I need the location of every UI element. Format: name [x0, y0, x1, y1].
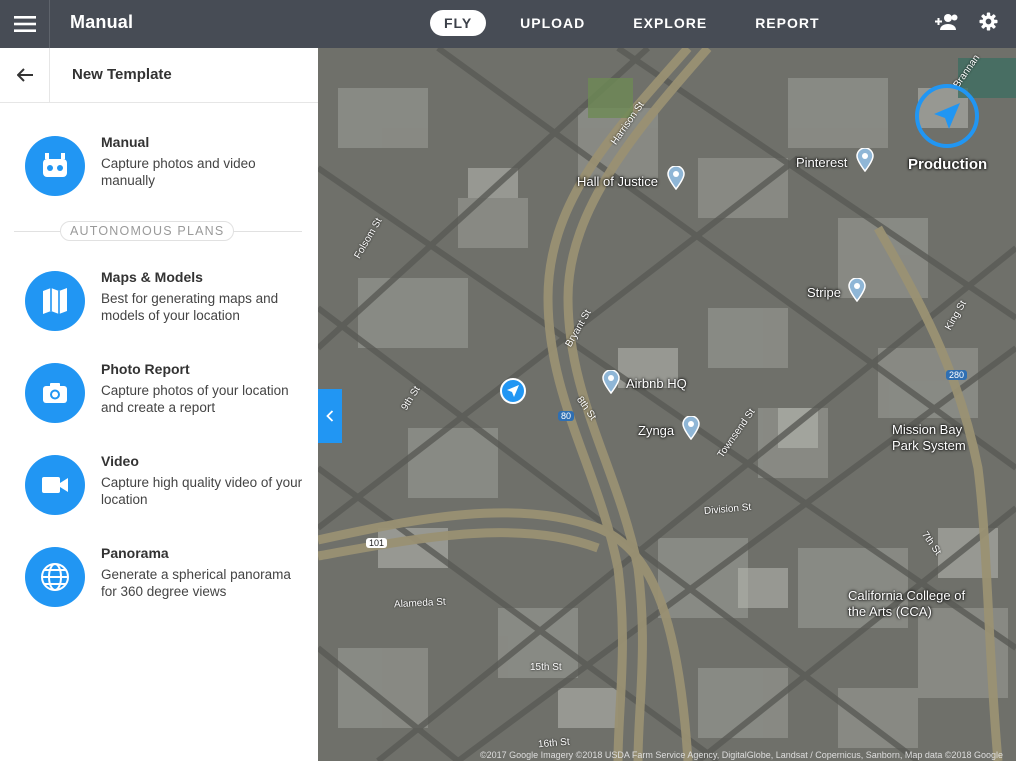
- option-photo-report[interactable]: Photo Report Capture photos of your loca…: [0, 361, 318, 431]
- menu-icon: [13, 16, 36, 32]
- map-pin-icon[interactable]: [602, 370, 620, 394]
- map-icon: [25, 271, 85, 331]
- highway-shield: 80: [558, 411, 575, 421]
- camera-icon: [25, 363, 85, 423]
- map-pin-icon[interactable]: [848, 278, 866, 302]
- highway-shield: 280: [946, 370, 968, 380]
- option-title: Photo Report: [101, 361, 190, 377]
- back-button[interactable]: [0, 48, 50, 102]
- place-label: Stripe: [807, 285, 841, 300]
- gear-icon: [979, 12, 998, 31]
- sidebar-header: New Template: [0, 48, 318, 103]
- option-description: Capture photos of your location and crea…: [101, 383, 289, 415]
- place-label: California College of the Arts (CCA): [848, 588, 966, 619]
- navigation-arrow-icon: [507, 385, 519, 397]
- map-pin-icon[interactable]: [682, 416, 700, 440]
- option-description: Best for generating maps and models of y…: [101, 291, 279, 323]
- menu-button[interactable]: [0, 0, 50, 48]
- place-label: Hall of Justice: [577, 174, 658, 189]
- tab-upload[interactable]: UPLOAD: [506, 10, 599, 36]
- option-manual[interactable]: Manual Capture photos and video manually: [0, 134, 318, 204]
- option-description: Generate a spherical panorama for 360 de…: [101, 567, 291, 599]
- sidebar-title: New Template: [72, 66, 172, 83]
- production-site-label: Production: [908, 156, 988, 173]
- option-title: Manual: [101, 134, 150, 150]
- highway-shield: 101: [366, 538, 388, 548]
- option-video[interactable]: Video Capture high quality video of your…: [0, 453, 318, 523]
- place-label: Airbnb HQ: [626, 376, 687, 391]
- map-pin-icon[interactable]: [667, 166, 685, 190]
- app-title: Manual: [70, 12, 134, 32]
- video-icon: [25, 455, 85, 515]
- collapse-sidebar-button[interactable]: [318, 389, 342, 443]
- section-label: AUTONOMOUS PLANS: [60, 221, 235, 241]
- satellite-map[interactable]: Hall of Justice Pinterest Stripe Airbnb …: [318, 48, 1016, 761]
- option-panorama[interactable]: Panorama Generate a spherical panorama f…: [0, 545, 318, 615]
- template-sidebar: New Template Manual Capture photos and v…: [0, 48, 319, 761]
- option-title: Video: [101, 453, 139, 469]
- production-site-marker[interactable]: [915, 84, 979, 148]
- option-description: Capture high quality video of your locat…: [101, 475, 303, 507]
- navigation-arrow-icon: [934, 103, 960, 129]
- option-title: Maps & Models: [101, 269, 203, 285]
- map-attribution: ©2017 Google Imagery ©2018 USDA Farm Ser…: [480, 750, 1004, 760]
- option-description: Capture photos and video manually: [101, 156, 256, 188]
- settings-button[interactable]: [979, 12, 998, 31]
- street-label: 15th St: [530, 662, 562, 673]
- top-bar: Manual FLY UPLOAD EXPLORE REPORT: [0, 0, 1016, 48]
- map-imagery: [318, 48, 1016, 761]
- place-label: Pinterest: [796, 155, 848, 170]
- place-label: Zynga: [638, 423, 675, 438]
- tab-fly[interactable]: FLY: [430, 10, 487, 36]
- add-user-button[interactable]: [935, 13, 959, 31]
- map-pin-icon[interactable]: [856, 148, 874, 172]
- tab-explore[interactable]: EXPLORE: [619, 10, 721, 36]
- drone-icon: [25, 136, 85, 196]
- top-actions: [915, 12, 998, 31]
- user-location-marker[interactable]: [500, 378, 526, 404]
- option-title: Panorama: [101, 545, 169, 561]
- place-label: Mission Bay Park System: [892, 422, 966, 453]
- chevron-left-icon: [326, 410, 334, 422]
- add-user-icon: [935, 13, 958, 30]
- tab-report[interactable]: REPORT: [741, 10, 833, 36]
- arrow-left-icon: [16, 68, 33, 82]
- globe-icon: [25, 547, 85, 607]
- option-maps-models[interactable]: Maps & Models Best for generating maps a…: [0, 269, 318, 339]
- main-nav: FLY UPLOAD EXPLORE REPORT: [430, 10, 854, 36]
